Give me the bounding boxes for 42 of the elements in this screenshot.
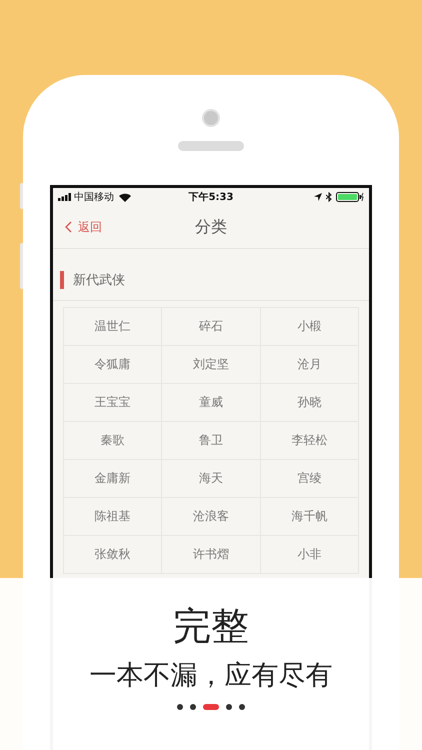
author-cell[interactable]: 陈祖基: [64, 498, 162, 536]
author-cell[interactable]: 金庸新: [64, 460, 162, 498]
signal-icon: [58, 193, 72, 201]
author-cell[interactable]: 海天: [162, 460, 261, 498]
speaker: [178, 141, 244, 151]
author-cell[interactable]: 温世仁: [64, 308, 162, 346]
author-cell[interactable]: 李轻松: [260, 422, 359, 460]
author-cell[interactable]: 王宝宝: [64, 384, 162, 422]
back-button[interactable]: 返回: [65, 218, 102, 236]
author-cell[interactable]: 鲁卫: [162, 422, 261, 460]
wifi-icon: [119, 192, 131, 202]
author-cell[interactable]: 沧浪客: [162, 498, 261, 536]
chevron-left-icon: [65, 221, 72, 233]
section-marker: [60, 271, 64, 289]
author-cell[interactable]: 秦歌: [64, 422, 162, 460]
pager-dot[interactable]: [190, 704, 196, 710]
pager-dot[interactable]: [177, 704, 183, 710]
carrier-name: 中国移动: [74, 190, 114, 204]
location-icon: [314, 193, 322, 201]
promo-subtitle: 一本不漏，应有尽有: [90, 660, 332, 692]
author-cell[interactable]: 许书熠: [162, 536, 261, 574]
pager-dot[interactable]: [226, 704, 232, 710]
author-cell[interactable]: 海千帆: [260, 498, 359, 536]
camera: [202, 109, 220, 127]
author-cell[interactable]: 沧月: [260, 346, 359, 384]
pager-dot[interactable]: [239, 704, 245, 710]
author-cell[interactable]: 碎石: [162, 308, 261, 346]
author-cell[interactable]: 宫绫: [260, 460, 359, 498]
bluetooth-icon: [326, 192, 332, 202]
back-label: 返回: [78, 218, 102, 236]
author-cell[interactable]: 孙晓: [260, 384, 359, 422]
author-cell[interactable]: 刘定坚: [162, 346, 261, 384]
battery-icon: [336, 192, 364, 202]
author-cell[interactable]: 童威: [162, 384, 261, 422]
author-cell[interactable]: 张敛秋: [64, 536, 162, 574]
author-cell[interactable]: 小非: [260, 536, 359, 574]
promo-title: 完整: [173, 604, 249, 650]
author-cell[interactable]: 令狐庸: [64, 346, 162, 384]
status-time: 下午5:33: [188, 190, 234, 204]
author-cell[interactable]: 小椴: [260, 308, 359, 346]
section-title: 新代武侠: [73, 272, 125, 289]
page-title: 分类: [195, 216, 227, 238]
